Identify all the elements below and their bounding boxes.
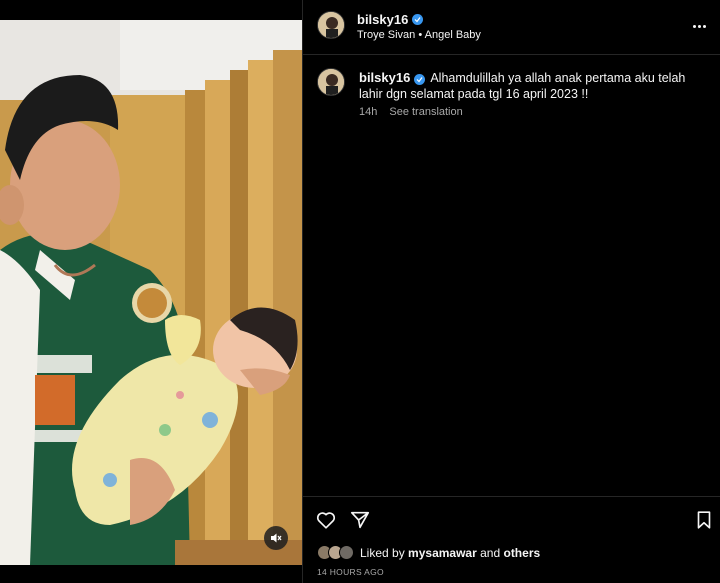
post-actions: Liked by mysamawar and others 14 HOURS A… — [303, 496, 720, 583]
caption-username[interactable]: bilsky16 — [359, 70, 410, 85]
post-timestamp[interactable]: 14 HOURS AGO — [317, 567, 384, 577]
more-options-icon — [692, 24, 696, 28]
caption: bilsky16 Alhamdulillah ya allah anak pert… — [359, 70, 699, 102]
verified-badge-icon — [414, 74, 426, 85]
more-options-button[interactable] — [689, 16, 709, 36]
post-video-frame[interactable] — [0, 20, 302, 565]
avatar-image — [318, 12, 344, 38]
audio-track-link[interactable]: Troye Sivan • Angel Baby — [357, 29, 481, 41]
liker-avatars[interactable] — [317, 545, 354, 560]
see-translation-link[interactable]: See translation — [389, 106, 462, 118]
post-side-panel: bilsky16 Troye Sivan • Angel Baby bilsky… — [302, 0, 720, 583]
liked-by-others[interactable]: others — [503, 546, 540, 560]
caption-age[interactable]: 14h — [359, 106, 377, 118]
author-username[interactable]: bilsky16 — [357, 12, 408, 27]
verified-badge-icon — [412, 14, 424, 25]
author-name-row: bilsky16 — [357, 12, 424, 27]
avatar-image — [318, 69, 344, 95]
liked-by-user[interactable]: mysamawar — [408, 546, 477, 560]
caption-meta: 14h See translation — [359, 106, 463, 118]
send-icon[interactable] — [349, 509, 371, 531]
author-avatar[interactable] — [317, 11, 345, 39]
video-frame-illustration — [0, 20, 302, 565]
media-letterbox-top — [0, 0, 302, 20]
liked-by-row: Liked by mysamawar and others — [317, 545, 540, 560]
media-letterbox-bottom — [0, 565, 302, 583]
mute-icon — [271, 533, 282, 543]
post-media[interactable] — [0, 0, 302, 583]
heart-icon[interactable] — [315, 509, 337, 531]
bookmark-icon[interactable] — [693, 509, 715, 531]
caption-author-avatar[interactable] — [317, 68, 345, 96]
comments-section: bilsky16 Alhamdulillah ya allah anak pert… — [303, 56, 720, 496]
liked-by-and: and — [480, 545, 501, 560]
liked-by-prefix: Liked by — [360, 545, 405, 560]
post-header: bilsky16 Troye Sivan • Angel Baby — [303, 0, 720, 55]
mute-button[interactable] — [264, 526, 288, 550]
